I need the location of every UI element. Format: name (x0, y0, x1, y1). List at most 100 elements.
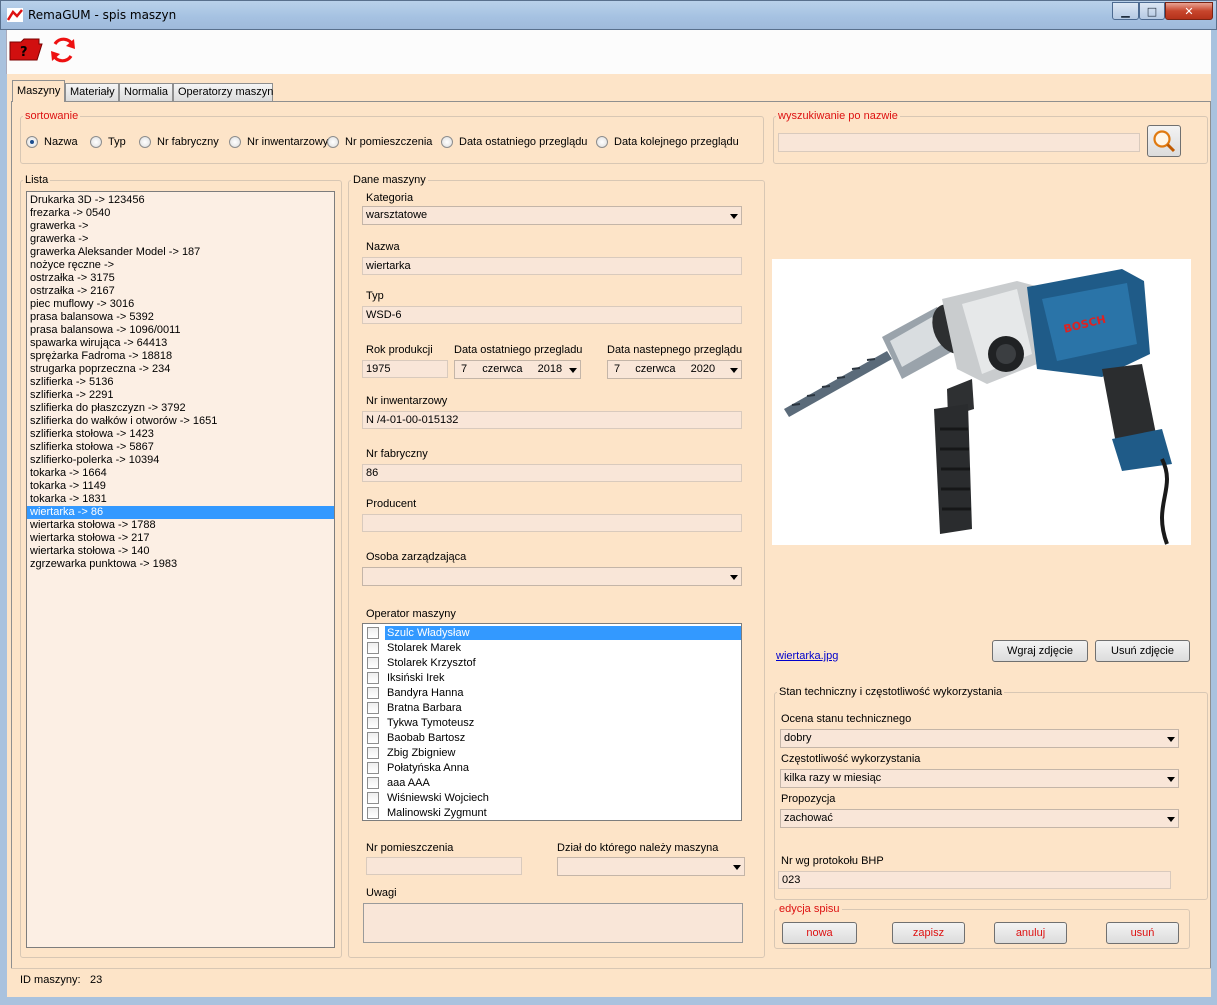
list-item[interactable]: zgrzewarka punktowa -> 1983 (27, 558, 334, 571)
data-ostatniego-picker[interactable]: 7 czerwca 2018 (454, 360, 581, 379)
list-item[interactable]: piec muflowy -> 3016 (27, 298, 334, 311)
operator-item[interactable]: Wiśniewski Wojciech (365, 790, 741, 805)
help-folder-icon[interactable]: ? (9, 36, 43, 62)
list-item[interactable]: wiertarka stołowa -> 217 (27, 532, 334, 545)
checkbox[interactable] (367, 701, 379, 714)
tab-materialy[interactable]: Materiały (65, 83, 119, 101)
producent-field[interactable] (362, 514, 742, 532)
osoba-select[interactable] (362, 567, 742, 586)
list-item[interactable]: prasa balansowa -> 5392 (27, 311, 334, 324)
data-nastepnego-picker[interactable]: 7 czerwca 2020 (607, 360, 742, 379)
remove-photo-button[interactable]: Usuń zdjęcie (1095, 640, 1190, 662)
maximize-button[interactable]: □ (1139, 2, 1165, 20)
list-item[interactable]: strugarka poprzeczna -> 234 (27, 363, 334, 376)
machine-list[interactable]: Drukarka 3D -> 123456 frezarka -> 0540 gra… (26, 191, 335, 948)
tab-normalia[interactable]: Normalia (119, 83, 173, 101)
list-item[interactable]: tokarka -> 1664 (27, 467, 334, 480)
list-item[interactable]: szlifierka -> 5136 (27, 376, 334, 389)
sort-option-nr-inwentarzowy[interactable]: Nr inwentarzowy (229, 136, 328, 148)
czestotliwosc-select[interactable]: kilka razy w miesiąc (780, 769, 1179, 788)
list-item[interactable]: tokarka -> 1149 (27, 480, 334, 493)
uwagi-textarea[interactable] (363, 903, 743, 943)
list-item[interactable]: wiertarka -> 86 (27, 506, 334, 519)
kategoria-select[interactable]: warsztatowe (362, 206, 742, 225)
bhp-field[interactable]: 023 (778, 871, 1171, 889)
typ-field[interactable]: WSD-6 (362, 306, 742, 324)
checkbox[interactable] (367, 746, 379, 759)
photo-filename-link[interactable]: wiertarka.jpg (776, 650, 838, 662)
sort-option-nazwa[interactable]: Nazwa (26, 136, 78, 148)
save-button[interactable]: zapisz (892, 922, 965, 944)
search-button[interactable] (1147, 125, 1181, 157)
operator-item[interactable]: Iksiński Irek (365, 670, 741, 685)
tab-maszyny[interactable]: Maszyny (12, 80, 65, 102)
operator-item[interactable]: aaa AAA (365, 775, 741, 790)
checkbox[interactable] (367, 806, 379, 819)
list-item[interactable]: prasa balansowa -> 1096/0011 (27, 324, 334, 337)
load-photo-button[interactable]: Wgraj zdjęcie (992, 640, 1088, 662)
list-item[interactable]: wiertarka stołowa -> 140 (27, 545, 334, 558)
operator-item[interactable]: Stolarek Krzysztof (365, 655, 741, 670)
list-item[interactable]: szlifierka do płaszczyzn -> 3792 (27, 402, 334, 415)
list-item[interactable]: szlifierko-polerka -> 10394 (27, 454, 334, 467)
operator-item[interactable]: Szulc Władysław (365, 625, 741, 640)
list-item[interactable]: ostrzałka -> 3175 (27, 272, 334, 285)
sort-option-nr-fabryczny[interactable]: Nr fabryczny (139, 136, 219, 148)
sort-option-data-kolejnego[interactable]: Data kolejnego przeglądu (596, 136, 739, 148)
operator-checklist[interactable]: Szulc Władysław Stolarek Marek Stolarek Kr… (362, 623, 742, 821)
list-item[interactable]: frezarka -> 0540 (27, 207, 334, 220)
checkbox[interactable] (367, 626, 379, 639)
search-input[interactable] (778, 133, 1140, 152)
operator-item[interactable]: Bratna Barbara (365, 700, 741, 715)
checkbox[interactable] (367, 776, 379, 789)
ocena-select[interactable]: dobry (780, 729, 1179, 748)
tab-operatorzy[interactable]: Operatorzy maszyn (173, 83, 273, 101)
cancel-button[interactable]: anuluj (994, 922, 1067, 944)
checkbox[interactable] (367, 641, 379, 654)
list-item[interactable]: nożyce ręczne -> (27, 259, 334, 272)
list-item[interactable]: szlifierka stołowa -> 1423 (27, 428, 334, 441)
operator-item[interactable]: Stolarek Marek (365, 640, 741, 655)
list-item[interactable]: ostrzałka -> 2167 (27, 285, 334, 298)
nr-pomieszczenia-field[interactable] (366, 857, 522, 875)
list-item[interactable]: szlifierka do wałków i otworów -> 1651 (27, 415, 334, 428)
sort-option-data-ostatniego[interactable]: Data ostatniego przeglądu (441, 136, 587, 148)
operator-item[interactable]: Zbig Zbigniew (365, 745, 741, 760)
checkbox[interactable] (367, 716, 379, 729)
list-item[interactable]: grawerka -> (27, 220, 334, 233)
list-item[interactable]: szlifierka stołowa -> 5867 (27, 441, 334, 454)
delete-button[interactable]: usuń (1106, 922, 1179, 944)
list-item[interactable]: grawerka -> (27, 233, 334, 246)
new-button[interactable]: nowa (782, 922, 857, 944)
operator-item[interactable]: Malinowski Zygmunt (365, 805, 741, 820)
list-item[interactable]: szlifierka -> 2291 (27, 389, 334, 402)
nr-inwentarzowy-field[interactable]: N /4-01-00-015132 (362, 411, 742, 429)
list-item[interactable]: grawerka Aleksander Model -> 187 (27, 246, 334, 259)
list-item[interactable]: Drukarka 3D -> 123456 (27, 194, 334, 207)
refresh-icon[interactable] (47, 34, 79, 66)
operator-item[interactable]: Tykwa Tymoteusz (365, 715, 741, 730)
checkbox[interactable] (367, 791, 379, 804)
sort-option-nr-pomieszczenia[interactable]: Nr pomieszczenia (327, 136, 432, 148)
operator-item[interactable]: Bandyra Hanna (365, 685, 741, 700)
list-item[interactable]: tokarka -> 1831 (27, 493, 334, 506)
close-button[interactable]: ✕ (1165, 2, 1213, 20)
nr-fabryczny-field[interactable]: 86 (362, 464, 742, 482)
checkbox[interactable] (367, 671, 379, 684)
checkbox[interactable] (367, 731, 379, 744)
list-item[interactable]: wiertarka stołowa -> 1788 (27, 519, 334, 532)
checkbox[interactable] (367, 761, 379, 774)
nazwa-field[interactable]: wiertarka (362, 257, 742, 275)
title-bar[interactable]: RemaGUM - spis maszyn ▁ □ ✕ (0, 0, 1217, 30)
rok-field[interactable]: 1975 (362, 360, 448, 378)
minimize-button[interactable]: ▁ (1112, 2, 1139, 20)
operator-item[interactable]: Baobab Bartosz (365, 730, 741, 745)
checkbox[interactable] (367, 686, 379, 699)
checkbox[interactable] (367, 656, 379, 669)
dzial-select[interactable] (557, 857, 745, 876)
sort-option-typ[interactable]: Typ (90, 136, 126, 148)
list-item[interactable]: spawarka wirująca -> 64413 (27, 337, 334, 350)
list-item[interactable]: sprężarka Fadroma -> 18818 (27, 350, 334, 363)
propozycja-select[interactable]: zachować (780, 809, 1179, 828)
operator-item[interactable]: Połatyńska Anna (365, 760, 741, 775)
